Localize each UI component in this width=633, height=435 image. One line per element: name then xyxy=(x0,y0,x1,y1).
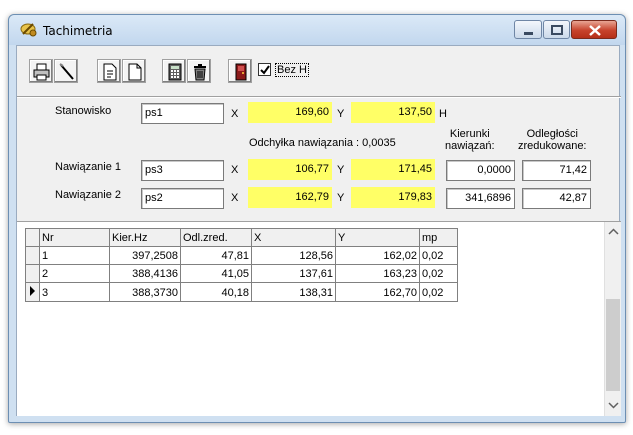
station-form: Stanowisko ps1 X 169,60 Y 137,50 H Odchy… xyxy=(17,98,621,216)
col-header-y[interactable]: Y xyxy=(335,228,420,247)
stanowisko-label: Stanowisko xyxy=(55,105,112,117)
stanowisko-y-label: Y xyxy=(337,108,345,120)
trash-icon xyxy=(194,64,206,81)
cell-nr[interactable]: 1 xyxy=(39,246,110,265)
cell-nr[interactable]: 3 xyxy=(39,282,110,302)
cell-odl-zred[interactable]: 40,18 xyxy=(180,282,252,302)
bez-h-label: Bez H xyxy=(275,63,309,77)
exit-door-icon xyxy=(235,63,247,81)
cell-nr[interactable]: 2 xyxy=(39,264,110,283)
cell-x[interactable]: 138,31 xyxy=(251,282,336,302)
close-icon xyxy=(589,25,601,36)
check-icon xyxy=(260,65,270,75)
data-grid-area: Nr Kier.Hz Odl.zred. X Y mp 1 397,2508 4… xyxy=(17,221,621,416)
cell-x[interactable]: 128,56 xyxy=(251,246,336,265)
row-indicator xyxy=(25,246,40,265)
calculator-icon xyxy=(168,63,182,81)
client-area: Bez H Stanowisko ps1 X 169,60 Y 137,50 H… xyxy=(16,45,621,416)
nawiazanie1-label: Nawiązanie 1 xyxy=(55,161,122,173)
cell-kier-hz[interactable]: 397,2508 xyxy=(109,246,181,265)
minimize-icon xyxy=(524,32,533,35)
stanowisko-x-label: X xyxy=(231,108,239,120)
nawiazanie1-y-value: 171,45 xyxy=(351,159,435,180)
scrollbar-thumb[interactable] xyxy=(606,299,620,391)
document-icon xyxy=(103,63,117,81)
checkbox-box[interactable] xyxy=(258,63,271,76)
cell-x[interactable]: 137,61 xyxy=(251,264,336,283)
cell-odl-zred[interactable]: 47,81 xyxy=(180,246,252,265)
nawiazanie1-input[interactable]: ps3 xyxy=(141,160,224,181)
cell-kier-hz[interactable]: 388,3730 xyxy=(109,282,181,302)
current-row-indicator xyxy=(25,282,40,302)
maximize-button[interactable] xyxy=(543,20,570,39)
table-row[interactable]: 1 397,2508 47,81 128,56 162,02 0,02 xyxy=(25,246,458,265)
new-document-icon xyxy=(128,63,142,81)
toolbar: Bez H xyxy=(17,46,619,96)
nawiazanie1-x-value: 106,77 xyxy=(248,159,332,180)
nawiazanie2-kierunek[interactable]: 341,6896 xyxy=(446,188,515,209)
kierunki-header: Kierunki nawiązań: xyxy=(445,128,495,152)
nawiazanie2-x-value: 162,79 xyxy=(248,187,332,208)
stanowisko-y-value: 137,50 xyxy=(351,102,435,123)
window-title: Tachimetria xyxy=(43,24,113,38)
exit-button[interactable] xyxy=(228,59,252,83)
col-header-kier-hz[interactable]: Kier.Hz xyxy=(109,228,181,247)
nawiazanie2-label: Nawiązanie 2 xyxy=(55,189,122,201)
nawiazanie2-odleglosc[interactable]: 42,87 xyxy=(522,188,591,209)
col-header-x[interactable]: X xyxy=(251,228,336,247)
cell-y[interactable]: 162,70 xyxy=(335,282,420,302)
scroll-down-icon[interactable] xyxy=(605,397,622,414)
maximize-icon xyxy=(551,25,563,35)
cell-odl-zred[interactable]: 41,05 xyxy=(180,264,252,283)
title-bar[interactable]: Tachimetria xyxy=(9,15,625,45)
print-icon xyxy=(33,63,50,81)
odleglosci-header: Odległości zredukowane: xyxy=(518,128,587,152)
edit-icon xyxy=(59,63,74,80)
table-row[interactable]: 3 388,3730 40,18 138,31 162,70 0,02 xyxy=(25,282,458,302)
row-indicator-header xyxy=(25,228,40,247)
app-window: Tachimetria Bez H Stanowisko ps1 X 169,6… xyxy=(8,14,626,423)
nawiazanie2-y-value: 179,83 xyxy=(351,187,435,208)
print-button[interactable] xyxy=(29,59,53,83)
document-button[interactable] xyxy=(97,59,121,83)
stanowisko-input[interactable]: ps1 xyxy=(141,103,224,124)
cell-mp[interactable]: 0,02 xyxy=(419,264,458,283)
nawiazanie1-kierunek[interactable]: 0,0000 xyxy=(446,160,515,181)
col-header-mp[interactable]: mp xyxy=(419,228,458,247)
scroll-up-icon[interactable] xyxy=(605,224,622,241)
nawiazanie1-y-label: Y xyxy=(337,164,345,176)
app-icon xyxy=(20,23,37,37)
grid-header-row: Nr Kier.Hz Odl.zred. X Y mp xyxy=(25,228,458,247)
vertical-scrollbar[interactable] xyxy=(604,222,621,416)
minimize-button[interactable] xyxy=(514,20,542,39)
col-header-nr[interactable]: Nr xyxy=(39,228,110,247)
nawiazanie2-x-label: X xyxy=(231,192,239,204)
table-row[interactable]: 2 388,4136 41,05 137,61 163,23 0,02 xyxy=(25,264,458,283)
current-row-arrow-icon xyxy=(30,286,35,296)
nawiazanie2-y-label: Y xyxy=(337,192,345,204)
col-header-odl-zred[interactable]: Odl.zred. xyxy=(180,228,252,247)
cell-y[interactable]: 162,02 xyxy=(335,246,420,265)
edit-button[interactable] xyxy=(54,59,78,83)
new-document-button[interactable] xyxy=(122,59,146,83)
odchylka-label: Odchyłka nawiązania : 0,0035 xyxy=(249,137,396,149)
stanowisko-x-value: 169,60 xyxy=(248,102,332,123)
calculator-button[interactable] xyxy=(162,59,186,83)
cell-mp[interactable]: 0,02 xyxy=(419,282,458,302)
delete-button[interactable] xyxy=(187,59,211,83)
stanowisko-h-label: H xyxy=(439,108,447,120)
cell-kier-hz[interactable]: 388,4136 xyxy=(109,264,181,283)
nawiazanie2-input[interactable]: ps2 xyxy=(141,188,224,209)
cell-y[interactable]: 163,23 xyxy=(335,264,420,283)
row-indicator xyxy=(25,264,40,283)
nawiazanie1-odleglosc[interactable]: 71,42 xyxy=(522,160,591,181)
close-button[interactable] xyxy=(571,20,617,39)
data-grid: Nr Kier.Hz Odl.zred. X Y mp 1 397,2508 4… xyxy=(25,228,458,302)
nawiazanie1-x-label: X xyxy=(231,164,239,176)
cell-mp[interactable]: 0,02 xyxy=(419,246,458,265)
